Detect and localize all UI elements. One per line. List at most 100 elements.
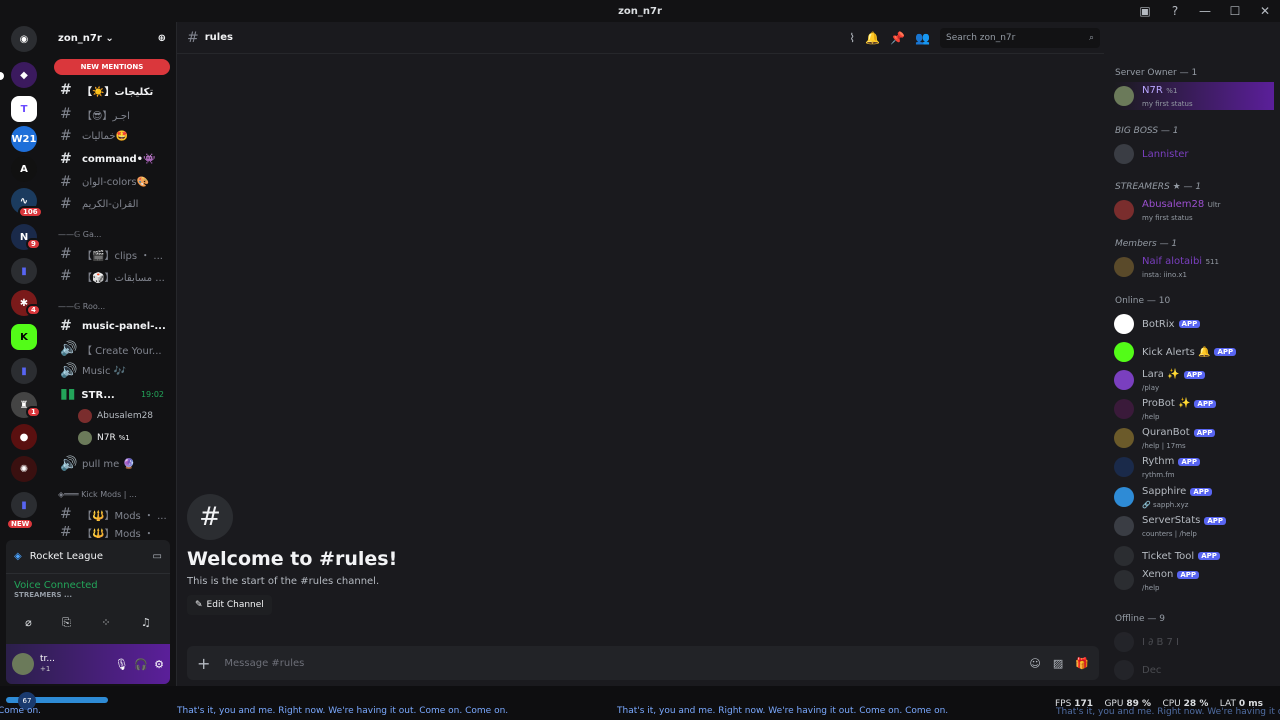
channel-item[interactable]: # 【🔱】Mods ・ (54, 526, 170, 538)
voice-channel-item[interactable]: 🔊 pull me 🔮 (54, 454, 170, 474)
avatar (1114, 86, 1134, 106)
kick-server-icon[interactable]: K (11, 324, 37, 350)
microphone-icon[interactable]: 🎙 (114, 658, 128, 671)
member-group-header: Offline — 9 (1115, 614, 1165, 624)
channel-item[interactable]: # 【🎬】clips ・ ... (54, 244, 170, 264)
soundboard-icon[interactable]: ♫ (141, 616, 151, 630)
settings-gear-icon[interactable]: ⚙ (154, 658, 164, 671)
new-mentions-pill[interactable]: NEW MENTIONS (54, 59, 170, 75)
folder-icon[interactable]: ▮ (11, 492, 37, 518)
search-icon: ⌕ (1088, 33, 1094, 43)
channel-item[interactable]: # 【🎲】مسابقات ... (54, 266, 170, 286)
member-item[interactable]: Kick Alerts 🔔 APP (1114, 338, 1274, 366)
server-icon[interactable]: ✺ (11, 456, 37, 482)
server-header[interactable]: zon_n7r ⌄ ⊕ (48, 22, 176, 54)
avatar (1114, 660, 1134, 680)
add-friend-icon[interactable]: ⊕ (158, 33, 166, 44)
member-group-header: Members — 1 (1115, 239, 1178, 249)
channel-item[interactable]: # music-panel-... (54, 316, 170, 336)
screen-share-icon[interactable]: ▭ (153, 551, 162, 562)
voice-channel-item[interactable]: 🔊 【 Create Your... (54, 339, 170, 359)
minimize-icon[interactable]: — (1190, 4, 1220, 18)
search-input[interactable]: Search zon_n7r ⌕ (940, 28, 1100, 48)
channel-item[interactable]: # 【🔱】Mods ・ ... (54, 504, 170, 524)
member-item[interactable]: BotRix APP (1114, 310, 1274, 338)
welcome-subtitle: This is the start of the #rules channel. (187, 576, 380, 587)
voice-status[interactable]: Voice Connected (14, 580, 162, 591)
inbox-icon[interactable]: ▣ (1130, 4, 1160, 18)
hash-icon: # (60, 106, 72, 122)
voice-channel-item[interactable]: ▮▮ STR... 19:02 (54, 384, 170, 404)
ticker-text: That's it, you and me. Right now. We're … (1056, 707, 1280, 717)
member-item[interactable]: Xenon APP/help (1114, 566, 1274, 594)
activities-icon[interactable]: ⁘ (101, 616, 110, 630)
message-input[interactable]: Message #rules (224, 658, 1017, 669)
server-icon[interactable]: T (11, 96, 37, 122)
member-item[interactable]: ProBot ✨ APP/help (1114, 395, 1274, 423)
category-header[interactable]: ◈═══ Kick Mods | ... (58, 490, 164, 499)
user-status: +1 (40, 665, 51, 673)
channel-item[interactable]: # الوان-colors🎨 (54, 172, 170, 192)
pin-icon[interactable]: 📌 (890, 31, 905, 45)
member-list: Server Owner — 1 N7R %1 my first status B… (1104, 54, 1280, 686)
plus-icon[interactable]: + (197, 654, 210, 673)
category-header[interactable]: ——𝔾 Ga... (58, 230, 164, 239)
maximize-icon[interactable]: ☐ (1220, 4, 1250, 18)
gif-icon[interactable]: ▨ (1053, 657, 1063, 670)
server-icon[interactable]: A (11, 156, 37, 182)
avatar[interactable] (12, 653, 34, 675)
channel-item[interactable]: # 【☀️】تكليجات (54, 80, 170, 100)
game-activity[interactable]: ◈ Rocket League ▭ (6, 540, 170, 574)
title-bar: zon_n7r ▣ ? — ☐ ✕ (0, 0, 1280, 22)
member-item[interactable]: N7R %1 my first status (1114, 82, 1274, 110)
channel-item[interactable]: # خماليات🤩 (54, 126, 170, 146)
member-group-header: BIG BOSS — 1 (1115, 126, 1179, 136)
member-item[interactable]: Sapphire APP 🔗 sapph.xyz (1114, 483, 1274, 511)
channel-item[interactable]: # command•👾 (54, 149, 170, 169)
user-panel: tr... +1 🎙 🎧 ⚙ (6, 644, 170, 684)
mention-badge: 106 (18, 206, 43, 218)
channel-item[interactable]: # القران-الكريم (54, 194, 170, 214)
voice-user[interactable]: N7R %1 (78, 428, 168, 448)
member-item[interactable]: I ∂ B 7 I (1114, 628, 1274, 656)
member-item[interactable]: Lannister (1114, 140, 1274, 168)
voice-channel-item[interactable]: 🔊 Music 🎶 (54, 361, 170, 381)
edit-channel-button[interactable]: ✎ Edit Channel (187, 595, 272, 615)
avatar (1114, 342, 1134, 362)
gift-icon[interactable]: 🎁 (1075, 657, 1089, 670)
welcome-title: Welcome to #rules! (187, 548, 398, 570)
headphones-icon[interactable]: 🎧 (134, 658, 148, 671)
message-composer[interactable]: + Message #rules ☺ ▨ 🎁 (187, 646, 1099, 680)
member-list-icon[interactable]: 👥 (915, 31, 930, 45)
voice-user[interactable]: Abusalem28 (78, 406, 168, 426)
voice-channel-name: STREAMERS ... (14, 591, 72, 599)
help-icon[interactable]: ? (1160, 4, 1190, 18)
channel-item[interactable]: # 【😎】اجـر (54, 104, 170, 124)
discord-home-icon[interactable]: ◉ (11, 26, 37, 52)
bell-icon[interactable]: 🔔 (865, 31, 880, 45)
server-icon[interactable]: W21 (11, 126, 37, 152)
folder-icon[interactable]: ▮ (11, 358, 37, 384)
emoji-icon[interactable]: ☺ (1029, 657, 1040, 670)
member-item[interactable]: Lara ✨ APP/play (1114, 366, 1274, 394)
server-icon[interactable]: ◆ (11, 62, 37, 88)
hash-icon: # (60, 151, 72, 167)
folder-icon[interactable]: ▮ (11, 258, 37, 284)
member-item[interactable]: Dec (1114, 656, 1274, 684)
camera-off-icon[interactable]: ⌀ (25, 616, 32, 630)
member-item[interactable]: Abusalem28 Ultr my first status (1114, 196, 1274, 224)
member-item[interactable]: Naif alotaibi 511 insta: iino.x1 (1114, 253, 1274, 281)
member-item[interactable]: QuranBot APP/help | 17ms (1114, 424, 1274, 452)
screen-share-button[interactable]: ⎘ (62, 616, 71, 630)
channel-welcome: # Welcome to #rules! This is the start o… (187, 494, 397, 615)
speaker-icon: 🔊 (60, 363, 78, 379)
avatar (1114, 570, 1134, 590)
hash-icon: # (60, 128, 72, 144)
threads-icon[interactable]: ⌇ (849, 31, 855, 45)
hash-icon: # (60, 246, 72, 262)
member-item[interactable]: ServerStats APP counters | /help (1114, 512, 1274, 540)
close-icon[interactable]: ✕ (1250, 4, 1280, 18)
category-header[interactable]: ——𝔾 Roo... (58, 302, 164, 311)
member-item[interactable]: Rythm APP rythm.fm (1114, 453, 1274, 481)
server-icon[interactable]: ● (11, 424, 37, 450)
